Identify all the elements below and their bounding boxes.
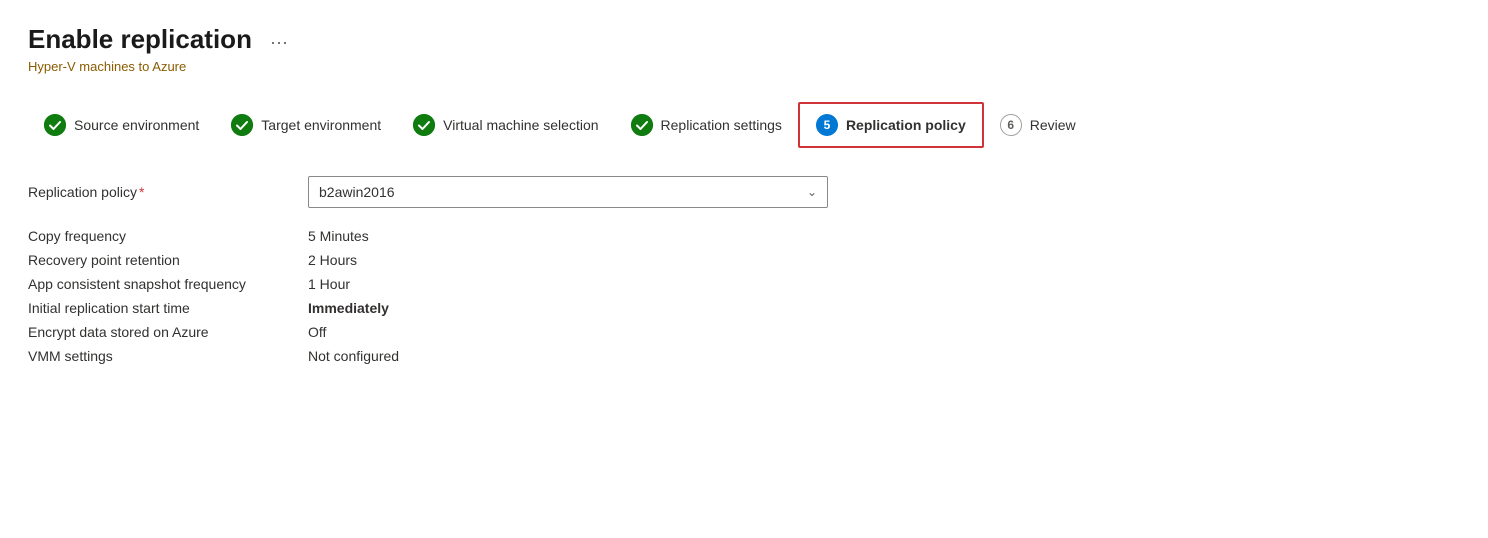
page-header: Enable replication ··· Hyper-V machines …: [28, 24, 1460, 74]
step-replication-settings[interactable]: Replication settings: [615, 104, 798, 146]
snapshot-freq-label: App consistent snapshot frequency: [28, 276, 308, 292]
encrypt-data-label: Encrypt data stored on Azure: [28, 324, 308, 340]
info-row-encrypt-data: Encrypt data stored on Azure Off: [28, 324, 1460, 340]
info-row-vmm-settings: VMM settings Not configured: [28, 348, 1460, 364]
policy-dropdown-value: b2awin2016: [319, 184, 395, 200]
vmm-settings-label: VMM settings: [28, 348, 308, 364]
info-row-snapshot-freq: App consistent snapshot frequency 1 Hour: [28, 276, 1460, 292]
step-5-icon: 5: [816, 114, 838, 136]
page-title: Enable replication: [28, 24, 252, 55]
step-4-icon: [631, 114, 653, 136]
vmm-settings-value: Not configured: [308, 348, 399, 364]
step-source-environment[interactable]: Source environment: [28, 104, 215, 146]
form-section: Replication policy* b2awin2016 ⌄: [28, 176, 1460, 208]
ellipsis-menu-button[interactable]: ···: [270, 32, 288, 53]
info-row-copy-freq: Copy frequency 5 Minutes: [28, 228, 1460, 244]
step-replication-policy[interactable]: 5 Replication policy: [798, 102, 984, 148]
step-6-icon: 6: [1000, 114, 1022, 136]
step-1-icon: [44, 114, 66, 136]
step-4-label: Replication settings: [661, 117, 782, 133]
required-indicator: *: [139, 184, 144, 200]
initial-replication-value: Immediately: [308, 300, 389, 316]
info-section: Copy frequency 5 Minutes Recovery point …: [28, 228, 1460, 364]
wizard-steps: Source environment Target environment Vi…: [28, 102, 1460, 148]
policy-label: Replication policy*: [28, 184, 308, 200]
info-row-recovery-point: Recovery point retention 2 Hours: [28, 252, 1460, 268]
initial-replication-label: Initial replication start time: [28, 300, 308, 316]
step-6-label: Review: [1030, 117, 1076, 133]
page-subtitle: Hyper-V machines to Azure: [28, 59, 1460, 74]
recovery-point-label: Recovery point retention: [28, 252, 308, 268]
step-3-label: Virtual machine selection: [443, 117, 598, 133]
copy-freq-label: Copy frequency: [28, 228, 308, 244]
recovery-point-value: 2 Hours: [308, 252, 357, 268]
step-3-icon: [413, 114, 435, 136]
chevron-down-icon: ⌄: [807, 185, 817, 199]
snapshot-freq-value: 1 Hour: [308, 276, 350, 292]
step-2-label: Target environment: [261, 117, 381, 133]
step-vm-selection[interactable]: Virtual machine selection: [397, 104, 614, 146]
step-review[interactable]: 6 Review: [984, 104, 1092, 146]
step-5-label: Replication policy: [846, 117, 966, 133]
encrypt-data-value: Off: [308, 324, 326, 340]
policy-dropdown[interactable]: b2awin2016 ⌄: [308, 176, 828, 208]
policy-row: Replication policy* b2awin2016 ⌄: [28, 176, 1460, 208]
step-target-environment[interactable]: Target environment: [215, 104, 397, 146]
copy-freq-value: 5 Minutes: [308, 228, 369, 244]
info-row-initial-replication: Initial replication start time Immediate…: [28, 300, 1460, 316]
step-1-label: Source environment: [74, 117, 199, 133]
step-2-icon: [231, 114, 253, 136]
